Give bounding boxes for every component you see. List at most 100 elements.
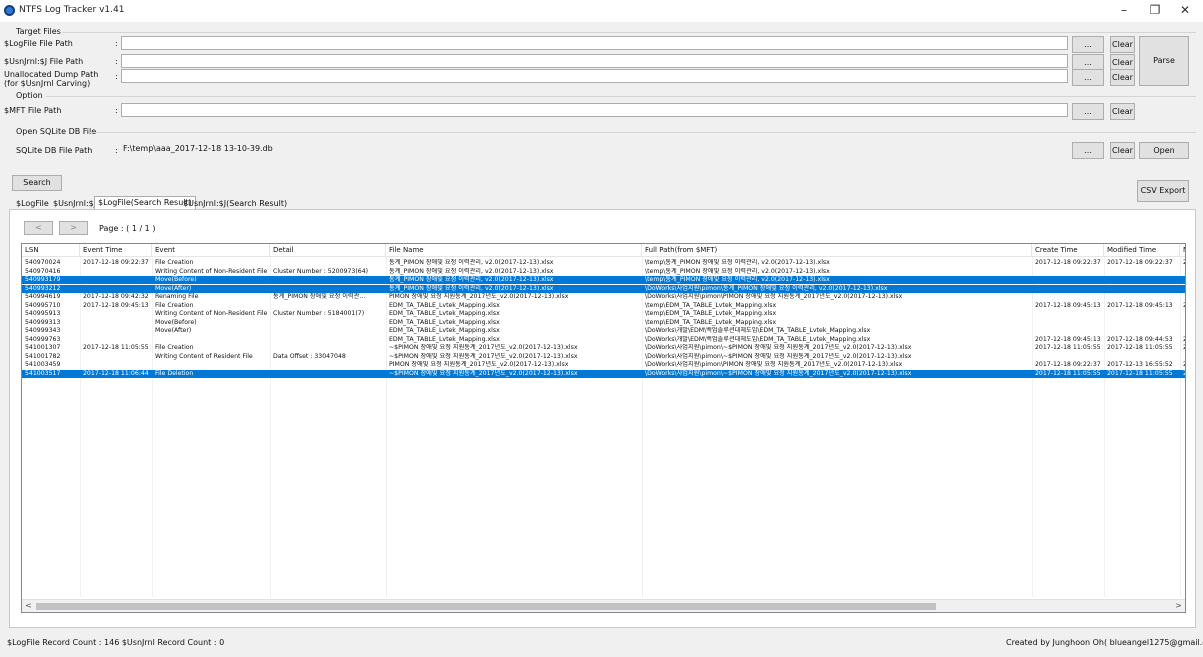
mft-path-label: $MFT File Path xyxy=(4,106,62,115)
prev-page-button[interactable]: < xyxy=(24,221,53,235)
cell-time: 2017-12-18 09:45:13 xyxy=(83,301,149,309)
scroll-right-button[interactable]: > xyxy=(1172,600,1185,612)
cell-path: \temp\EDM_TA_TABLE_Lvtek_Mapping.xlsx xyxy=(645,310,777,317)
cell-m: 2 xyxy=(1180,370,1185,378)
table-row[interactable]: 540993179 Move(Before) 통계_PIMON 장애및 요청 이력관… xyxy=(22,276,1185,284)
cell-create: 2017-12-18 11:05:55 xyxy=(1035,369,1101,377)
colon-label: : xyxy=(115,106,118,115)
cell-event: Move(Before) xyxy=(155,276,197,283)
cell-time xyxy=(80,319,152,327)
sqlite-browse-button[interactable]: ... xyxy=(1072,142,1104,159)
cell-path: \DoWorks\개발\EDM\백업솔루션대체도입\EDM_TA_TABLE_L… xyxy=(645,327,871,334)
cell-detail xyxy=(270,319,386,327)
table-row[interactable]: 540999313 Move(Before) EDM_TA_TABLE_Lvtek_… xyxy=(22,318,1185,327)
cell-event: Writing Content of Resident File xyxy=(155,352,253,360)
cell-m: 2 xyxy=(1180,336,1185,344)
cell-event: Writing Content of Non-Resident File xyxy=(155,310,268,317)
cell-path: \DoWorks\사업지원\pimon\~$PIMON 장애및 요청 지원통계_… xyxy=(645,369,912,377)
table-row[interactable]: 541003459 PIMON 장애및 요청 지원통계_2017년도_v2.0(2… xyxy=(22,361,1185,369)
cell-path: \DoWorks\사업지원\pimon\~$PIMON 장애및 요청 지원통계_… xyxy=(645,352,912,360)
cell-event: Writing Content of Non-Resident File xyxy=(155,267,268,275)
cell-event: File Creation xyxy=(155,301,194,309)
option-group-title: Option xyxy=(16,91,43,100)
search-button[interactable]: Search xyxy=(12,175,62,191)
scroll-left-button[interactable]: < xyxy=(22,600,35,612)
mft-browse-button[interactable]: ... xyxy=(1072,103,1104,120)
cell-lsn: 540994619 xyxy=(25,293,61,300)
mft-clear-button[interactable]: Clear xyxy=(1110,103,1135,120)
usnjrnl-path-input[interactable] xyxy=(121,54,1068,68)
cell-m: 2 xyxy=(1180,344,1185,352)
cell-lsn: 541001782 xyxy=(25,352,61,360)
cell-name: 통계_PIMON 장애및 요청 이력관리, v2.0(2017-12-13).x… xyxy=(389,259,554,266)
cell-create xyxy=(1032,327,1104,335)
unalloc-path-input[interactable] xyxy=(121,69,1068,83)
next-page-button[interactable]: > xyxy=(59,221,88,235)
logfile-browse-button[interactable]: ... xyxy=(1072,36,1104,53)
cell-create: 2017-12-18 11:05:55 xyxy=(1035,344,1101,351)
table-row[interactable]: 540993212 Move(After) 통계_PIMON 장애및 요청 이력관리… xyxy=(22,284,1185,293)
cell-create xyxy=(1032,285,1104,293)
results-grid[interactable]: LSN Event Time Event Detail File Name Fu… xyxy=(21,243,1186,613)
column-header-file-name[interactable]: File Name xyxy=(386,244,642,257)
logfile-clear-button[interactable]: Clear xyxy=(1110,36,1135,53)
table-row[interactable]: 540995710 2017-12-18 09:45:13 File Creatio… xyxy=(22,301,1185,310)
title-bar xyxy=(0,0,1203,22)
cell-path: \DoWorks\사업지원\pimon\PIMON 장애및 요청 지원통계_20… xyxy=(645,293,903,300)
cell-event: File Creation xyxy=(155,259,194,266)
table-row[interactable]: 541001782 Writing Content of Resident Fil… xyxy=(22,352,1185,361)
option-divider xyxy=(46,96,1196,97)
author-credit: Created by Junghoon Oh( blueangel1275@gm… xyxy=(1006,638,1203,647)
cell-create xyxy=(1032,276,1104,284)
close-button[interactable]: ✕ xyxy=(1170,0,1200,22)
cell-lsn: 541003459 xyxy=(25,361,61,368)
sqlite-group-title: Open SQLite DB File xyxy=(16,127,97,136)
table-row[interactable]: 540994619 2017-12-18 09:42:32 Renaming Fil… xyxy=(22,293,1185,301)
maximize-button[interactable]: ❐ xyxy=(1140,0,1170,22)
column-header-create-time[interactable]: Create Time xyxy=(1032,244,1104,257)
cell-name: EDM_TA_TABLE_Lvtek_Mapping.xlsx xyxy=(389,327,500,334)
cell-detail xyxy=(270,370,386,378)
sqlite-clear-button[interactable]: Clear xyxy=(1110,142,1135,159)
column-header-m[interactable]: M xyxy=(1180,244,1185,257)
table-row[interactable]: 540999763 EDM_TA_TABLE_Lvtek_Mapping.xlsx… xyxy=(22,336,1185,344)
table-row[interactable]: 540970416 Writing Content of Non-Resident… xyxy=(22,267,1185,276)
column-header-modified-time[interactable]: Modified Time xyxy=(1104,244,1180,257)
cell-detail xyxy=(270,344,386,352)
table-row[interactable]: 541003517 2017-12-18 11:06:44 File Deletio… xyxy=(22,369,1185,378)
record-count-status: $LogFile Record Count : 146 $UsnJrnl Rec… xyxy=(7,638,225,647)
cell-detail xyxy=(270,259,386,267)
app-icon xyxy=(4,5,15,16)
table-row[interactable]: 540995913 Writing Content of Non-Resident… xyxy=(22,310,1185,318)
cell-lsn: 540993212 xyxy=(25,284,61,292)
column-header-lsn[interactable]: LSN xyxy=(22,244,80,257)
column-header-detail[interactable]: Detail xyxy=(270,244,386,257)
cell-m: 2 xyxy=(1180,361,1185,369)
table-row[interactable]: 540999343 Move(After) EDM_TA_TABLE_Lvtek_M… xyxy=(22,327,1185,335)
minimize-button[interactable]: – xyxy=(1109,0,1139,22)
sqlite-path-input[interactable]: F:\temp\aaa_2017-12-18 13-10-39.db xyxy=(121,143,1068,157)
mft-path-input[interactable] xyxy=(121,103,1068,117)
table-row[interactable]: 541001307 2017-12-18 11:05:55 File Creatio… xyxy=(22,344,1185,352)
column-header-full-path[interactable]: Full Path(from $MFT) xyxy=(642,244,1032,257)
logfile-path-input[interactable] xyxy=(121,36,1068,50)
window-title: NTFS Log Tracker v1.41 xyxy=(19,5,125,15)
parse-button[interactable]: Parse xyxy=(1139,36,1189,86)
cell-name: PIMON 장애및 요청 지원통계_2017년도_v2.0(2017-12-13… xyxy=(389,293,569,300)
csv-export-button[interactable]: CSV Export xyxy=(1137,180,1189,202)
unalloc-browse-button[interactable]: ... xyxy=(1072,69,1104,86)
column-header-event-time[interactable]: Event Time xyxy=(80,244,152,257)
unalloc-clear-button[interactable]: Clear xyxy=(1110,69,1135,86)
cell-lsn: 540995913 xyxy=(25,310,61,317)
cell-name: EDM_TA_TABLE_Lvtek_Mapping.xlsx xyxy=(389,318,500,326)
column-header-event[interactable]: Event xyxy=(152,244,270,257)
cell-detail: Cluster Number : 5200973(64) xyxy=(273,267,369,275)
open-db-button[interactable]: Open xyxy=(1139,142,1189,159)
cell-modified xyxy=(1104,327,1180,335)
cell-modified xyxy=(1104,310,1180,318)
table-row[interactable]: 540970024 2017-12-18 09:22:37 File Creatio… xyxy=(22,259,1185,267)
horizontal-scrollbar[interactable]: < > xyxy=(22,599,1185,612)
cell-m xyxy=(1180,327,1185,335)
scrollbar-thumb[interactable] xyxy=(36,603,936,610)
cell-time: 2017-12-18 09:42:32 xyxy=(83,293,149,300)
